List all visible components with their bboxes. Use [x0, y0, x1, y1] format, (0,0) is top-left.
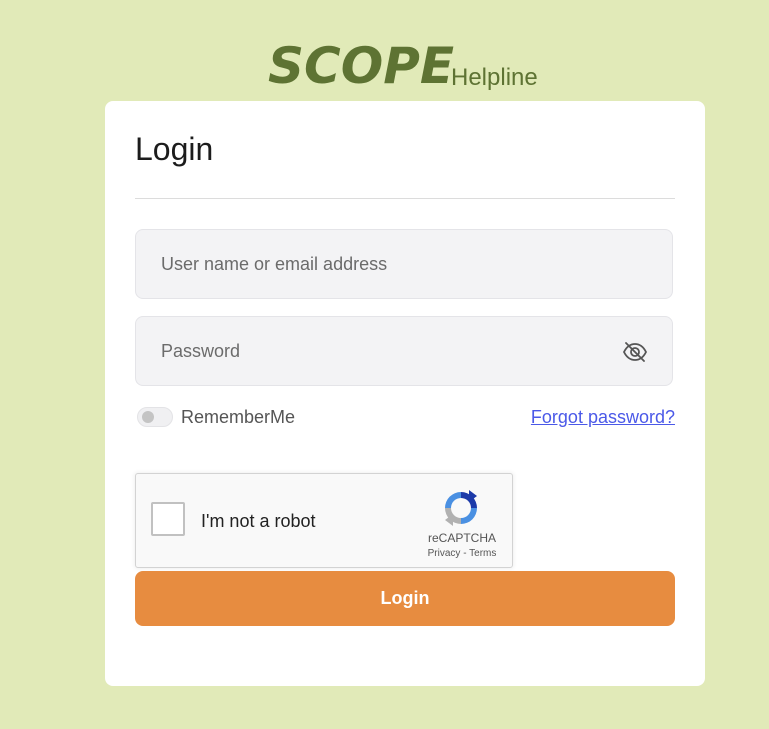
- logo-scope: SCOPE: [268, 37, 455, 95]
- recaptcha-checkbox[interactable]: [151, 502, 185, 536]
- password-field: [135, 316, 673, 386]
- recaptcha-widget: I'm not a robot reCAPTCHA Privacy - Term…: [135, 473, 513, 568]
- divider: [135, 198, 675, 199]
- forgot-password-link[interactable]: Forgot password?: [531, 405, 675, 429]
- login-card: Login RememberMe Forgot password? I'm no…: [105, 101, 705, 686]
- recaptcha-separator: -: [460, 548, 470, 559]
- password-input[interactable]: [161, 317, 611, 385]
- logo-subtitle: Helpline: [451, 64, 538, 91]
- recaptcha-label: I'm not a robot: [201, 511, 316, 531]
- toggle-knob: [142, 411, 154, 423]
- recaptcha-terms-link[interactable]: Terms: [469, 548, 496, 559]
- recaptcha-privacy-link[interactable]: Privacy: [428, 548, 461, 559]
- page-title: Login: [135, 131, 214, 167]
- recaptcha-brand: reCAPTCHA: [427, 531, 496, 545]
- recaptcha-icon: [441, 488, 481, 528]
- remember-me: RememberMe: [137, 405, 337, 429]
- login-button[interactable]: Login: [135, 571, 675, 626]
- remember-me-label: RememberMe: [181, 407, 296, 427]
- username-field: [135, 229, 673, 299]
- eye-slash-icon[interactable]: [622, 340, 648, 364]
- remember-me-toggle[interactable]: [137, 407, 173, 427]
- page-header: SCOPE Helpline: [0, 38, 769, 94]
- recaptcha-links: Privacy - Terms: [420, 548, 504, 560]
- username-input[interactable]: [161, 230, 611, 298]
